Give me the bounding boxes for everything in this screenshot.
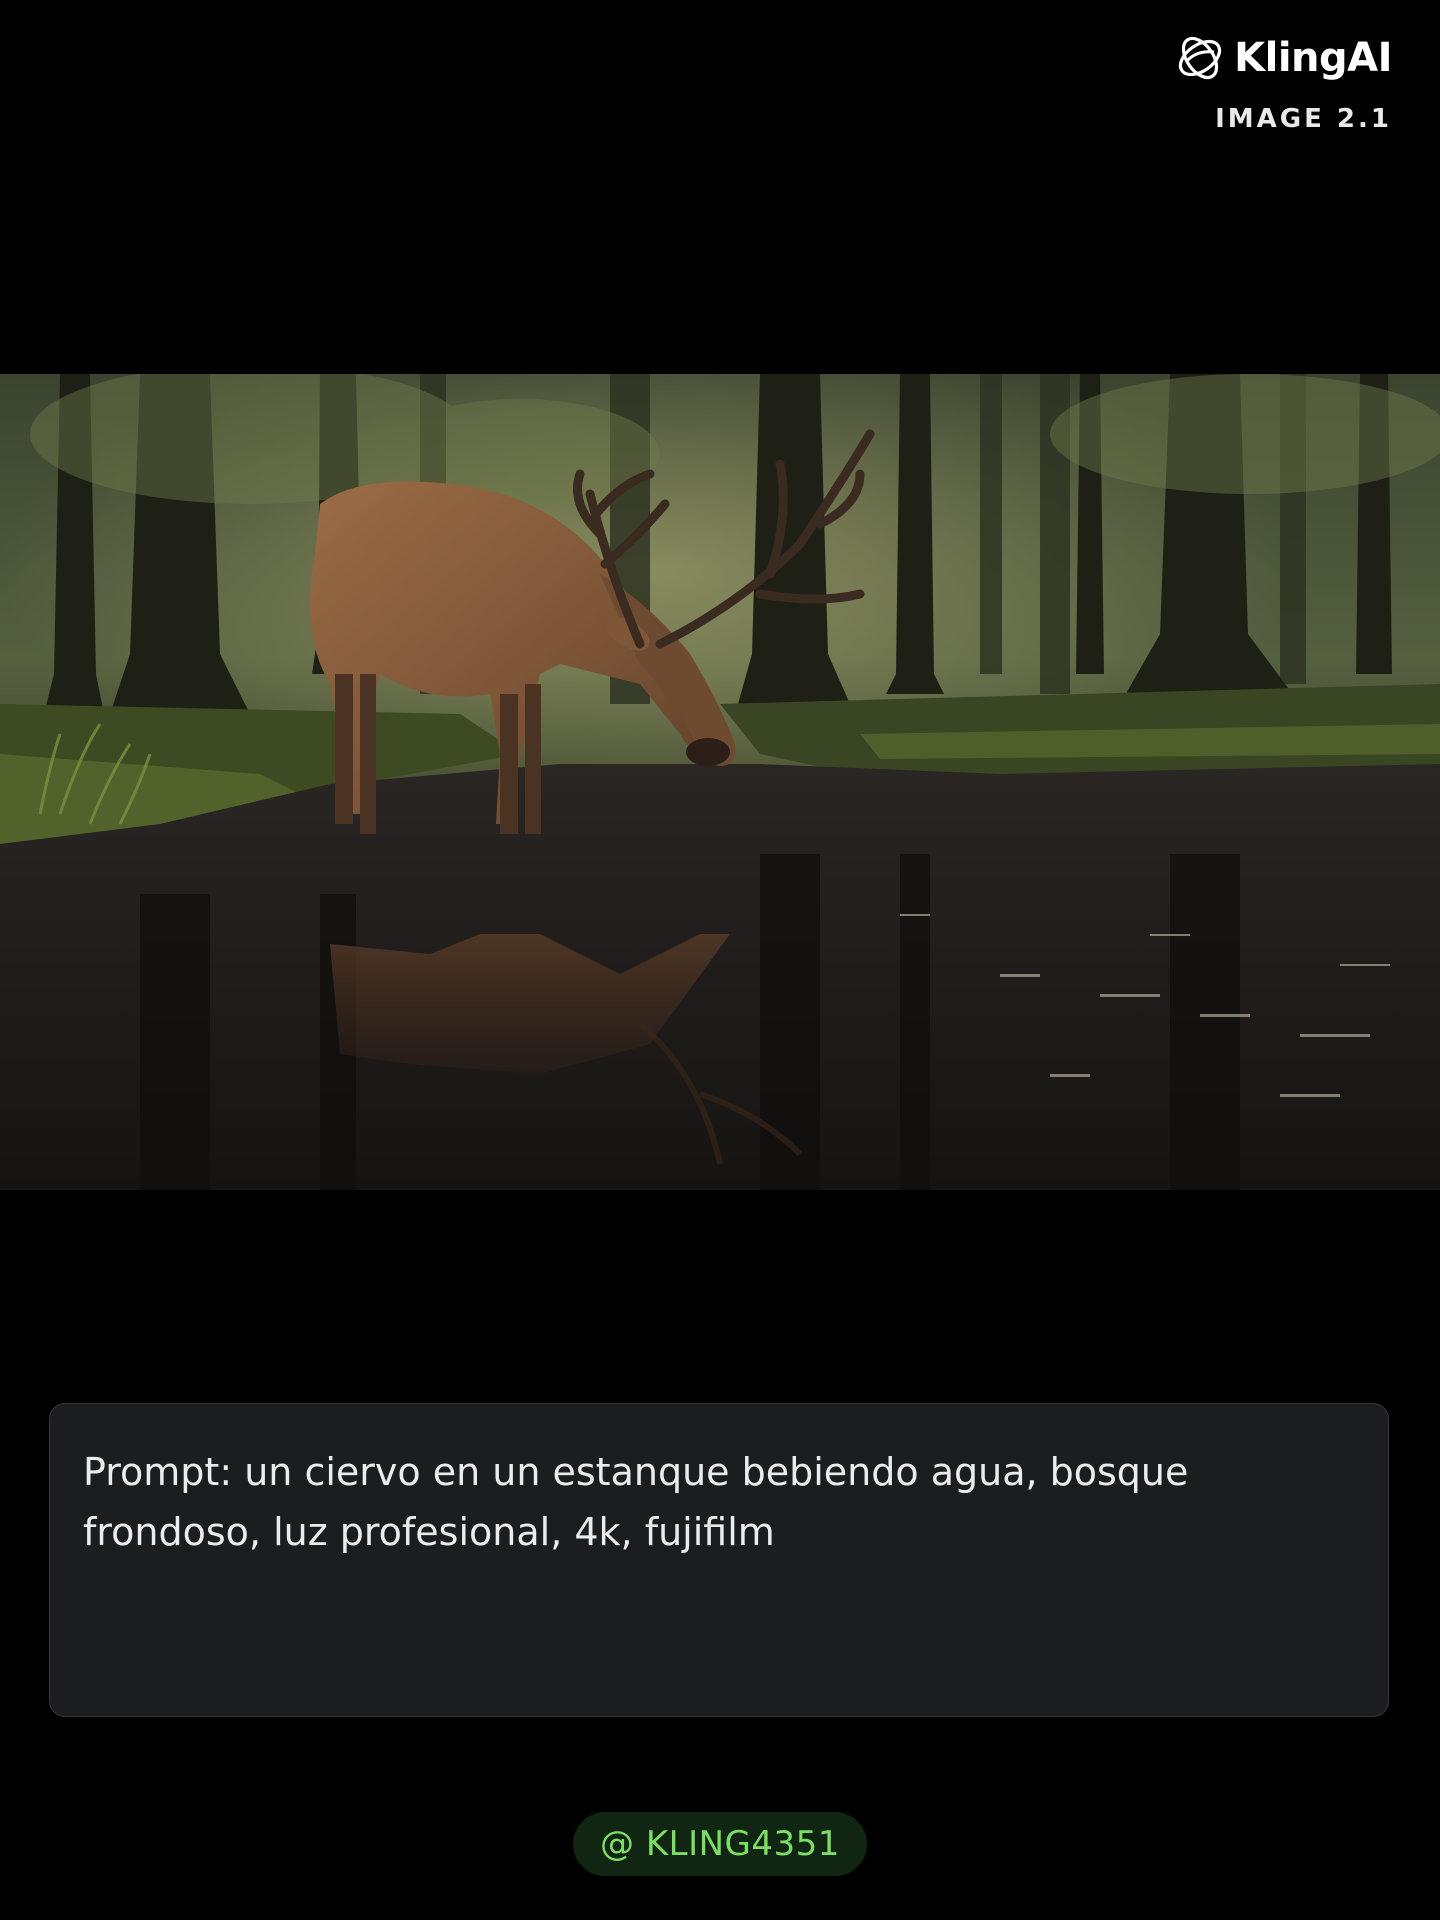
prompt-card: Prompt: un ciervo en un estanque bebiend…: [49, 1403, 1389, 1717]
prompt-text: Prompt: un ciervo en un estanque bebiend…: [83, 1450, 1189, 1554]
brand-logo-row: KlingAI: [1174, 32, 1392, 84]
user-handle-badge[interactable]: @ KLING4351: [573, 1812, 867, 1876]
user-handle-text: @ KLING4351: [600, 1824, 840, 1864]
hero-image: [0, 374, 1440, 1190]
brand-name: KlingAI: [1234, 35, 1392, 81]
brand-version: IMAGE 2.1: [1215, 104, 1392, 134]
deer-forest-illustration: [0, 374, 1440, 1190]
brand-block: KlingAI IMAGE 2.1: [1132, 32, 1392, 134]
kling-logo-icon: [1179, 36, 1222, 80]
